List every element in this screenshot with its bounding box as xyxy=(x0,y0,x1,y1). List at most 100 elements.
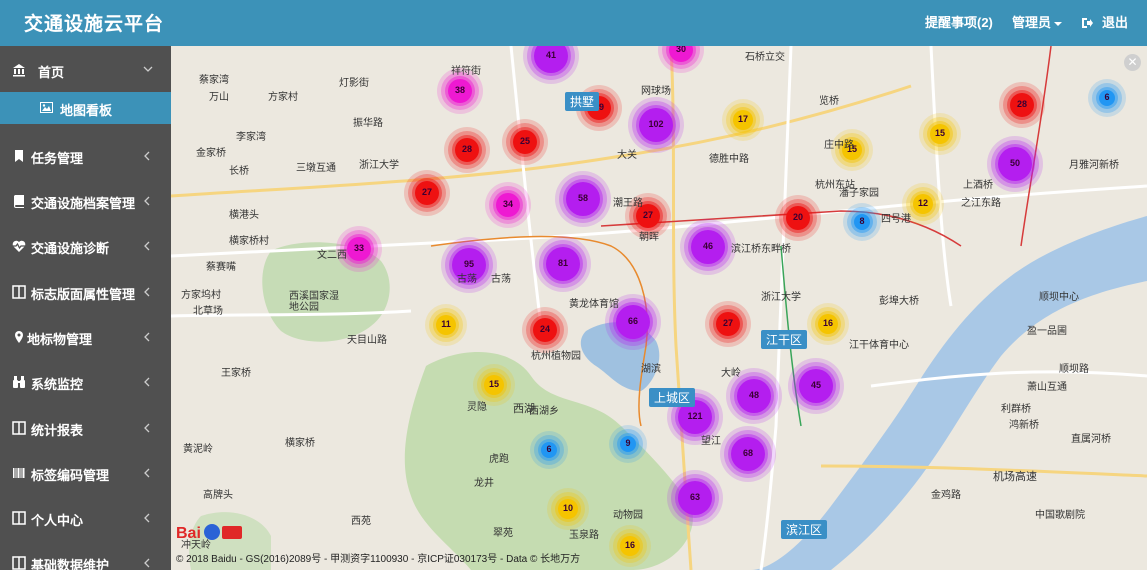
map-canvas[interactable]: 4130382910217152862825155027345827208123… xyxy=(171,46,1147,570)
sidebar-item-label: 标志版面属性管理 xyxy=(31,287,136,302)
sidebar-item-tasks[interactable]: 任务管理 xyxy=(0,134,171,179)
map-place-label: 玉泉路 xyxy=(569,530,599,541)
map-place-label: 古荡 xyxy=(491,274,511,285)
chevron-left-icon xyxy=(144,558,150,568)
map-place-label: 文二西 xyxy=(317,250,347,261)
cluster-count: 95 xyxy=(463,259,474,269)
map-place-label: 朝晖 xyxy=(639,232,659,243)
cluster-count: 58 xyxy=(577,193,588,203)
map-place-label: 览桥 xyxy=(819,96,839,107)
cluster-count: 45 xyxy=(810,380,821,390)
map-place-label: 潮王路 xyxy=(613,198,643,209)
map-place-label: 万山 xyxy=(209,92,229,103)
cluster-count: 25 xyxy=(519,136,530,146)
map-place-label: 黄泥岭 xyxy=(183,444,213,455)
chevron-left-icon xyxy=(144,332,150,342)
map-place-label: 北草场 xyxy=(193,306,223,317)
cluster-count: 81 xyxy=(557,258,568,268)
chevron-left-icon xyxy=(144,196,150,206)
logout-button[interactable]: 退出 xyxy=(1081,12,1128,31)
chevron-left-icon xyxy=(144,377,150,387)
cluster-count: 6 xyxy=(546,444,552,454)
cluster-count: 24 xyxy=(539,324,550,334)
sidebar-subitem-map-board[interactable]: 地图看板 xyxy=(0,92,171,124)
map-place-label: 振华路 xyxy=(353,118,383,129)
admin-menu[interactable]: 管理员 xyxy=(1012,12,1063,31)
map-place-label: 庄中路 xyxy=(824,140,854,151)
sidebar-item-label: 系统监控 xyxy=(31,377,84,392)
picture-icon xyxy=(40,102,53,113)
map-place-label: 蔡家湾 xyxy=(199,75,229,86)
sidebar-item-label: 统计报表 xyxy=(31,423,84,438)
baidu-map-logo: Bai xyxy=(176,524,242,542)
cluster-count: 12 xyxy=(917,198,928,208)
map-place-label: 金鸡路 xyxy=(931,490,961,501)
cluster-count: 121 xyxy=(687,411,703,421)
map-place-label: 横家桥 xyxy=(285,438,315,449)
map-place-label: 滨江桥东畔桥 xyxy=(731,244,791,255)
sidebar-item-system-monitor[interactable]: 系统监控 xyxy=(0,360,171,405)
cluster-count: 20 xyxy=(792,212,803,222)
sidebar-item-personal-center[interactable]: 个人中心 xyxy=(0,496,171,541)
caret-down-icon xyxy=(1054,21,1063,26)
map-place-label: 灯影街 xyxy=(339,78,369,89)
columns-icon xyxy=(12,511,26,525)
map-place-label: 横港头 xyxy=(229,210,259,221)
cluster-count: 16 xyxy=(822,318,833,328)
map-place-label: 石桥立交 xyxy=(745,52,785,63)
sidebar-item-label: 交通设施诊断 xyxy=(31,241,110,256)
map-place-label: 虎跑 xyxy=(489,454,509,465)
map-place-label: 方家村 xyxy=(268,92,298,103)
map-marker-icon xyxy=(15,331,23,343)
sidebar-item-sign-attributes[interactable]: 标志版面属性管理 xyxy=(0,270,171,315)
cluster-count: 16 xyxy=(624,540,635,550)
reminders-link[interactable]: 提醒事项(2) xyxy=(925,12,993,31)
cluster-count: 9 xyxy=(625,438,631,448)
map-place-label: 潘子家园 xyxy=(839,188,879,199)
chevron-down-icon xyxy=(143,66,153,72)
cluster-count: 28 xyxy=(461,144,472,154)
sidebar-item-facility-archive[interactable]: 交通设施档案管理 xyxy=(0,179,171,224)
map-place-label: 西溪国家湿地公园 xyxy=(289,291,339,313)
sidebar-item-home[interactable]: 首页 xyxy=(0,48,171,93)
sidebar-item-label: 首页 xyxy=(38,65,65,80)
cluster-count: 50 xyxy=(1009,158,1020,168)
columns-icon xyxy=(12,556,26,570)
map-place-label: 动物园 xyxy=(613,510,643,521)
binoculars-icon xyxy=(13,376,25,388)
chevron-left-icon xyxy=(144,151,150,161)
map-place-label: 浙江大学 xyxy=(761,292,801,303)
cluster-count: 68 xyxy=(742,448,753,458)
chevron-left-icon xyxy=(144,287,150,297)
map-place-label: 月雅河新桥 xyxy=(1069,160,1119,171)
close-icon[interactable]: ✕ xyxy=(1124,54,1141,71)
sidebar-item-base-data[interactable]: 基础数据维护 xyxy=(0,541,171,570)
sidebar-item-reports[interactable]: 统计报表 xyxy=(0,406,171,451)
sidebar-subitem-label: 地图看板 xyxy=(60,103,113,118)
map-place-label: 四号港 xyxy=(881,214,911,225)
map-place-label: 大关 xyxy=(617,150,637,161)
cluster-count: 48 xyxy=(748,390,759,400)
map-place-label: 望江 xyxy=(701,436,721,447)
admin-label: 管理员 xyxy=(1012,15,1052,30)
cluster-count: 8 xyxy=(859,216,865,226)
map-place-label: 王家桥 xyxy=(221,368,251,379)
sidebar-item-tag-codes[interactable]: 标签编码管理 xyxy=(0,451,171,496)
sidebar-item-facility-diagnosis[interactable]: 交通设施诊断 xyxy=(0,224,171,269)
columns-icon xyxy=(12,285,26,299)
map-place-label: 鸿新桥 xyxy=(1009,420,1039,431)
cluster-count: 66 xyxy=(627,316,638,326)
map-place-label: 利群桥 xyxy=(1001,404,1031,415)
map-place-label: 李家湾 xyxy=(236,132,266,143)
map-place-label: 金家桥 xyxy=(196,148,226,159)
bookmark-icon xyxy=(15,150,23,162)
district-label-gongshu: 拱墅 xyxy=(565,92,600,111)
map-place-label: 机场高速 xyxy=(993,471,1037,483)
app-title: 交通设施云平台 xyxy=(24,14,165,35)
sidebar-item-label: 交通设施档案管理 xyxy=(31,196,136,211)
sidebar-item-landmarks[interactable]: 地标物管理 xyxy=(0,315,171,360)
map-place-label: 湖滨 xyxy=(641,364,661,375)
map-place-label: 顺坝中心 xyxy=(1039,292,1079,303)
map-place-label: 翠苑 xyxy=(493,528,513,539)
district-label-jianggan: 江干区 xyxy=(761,330,808,349)
